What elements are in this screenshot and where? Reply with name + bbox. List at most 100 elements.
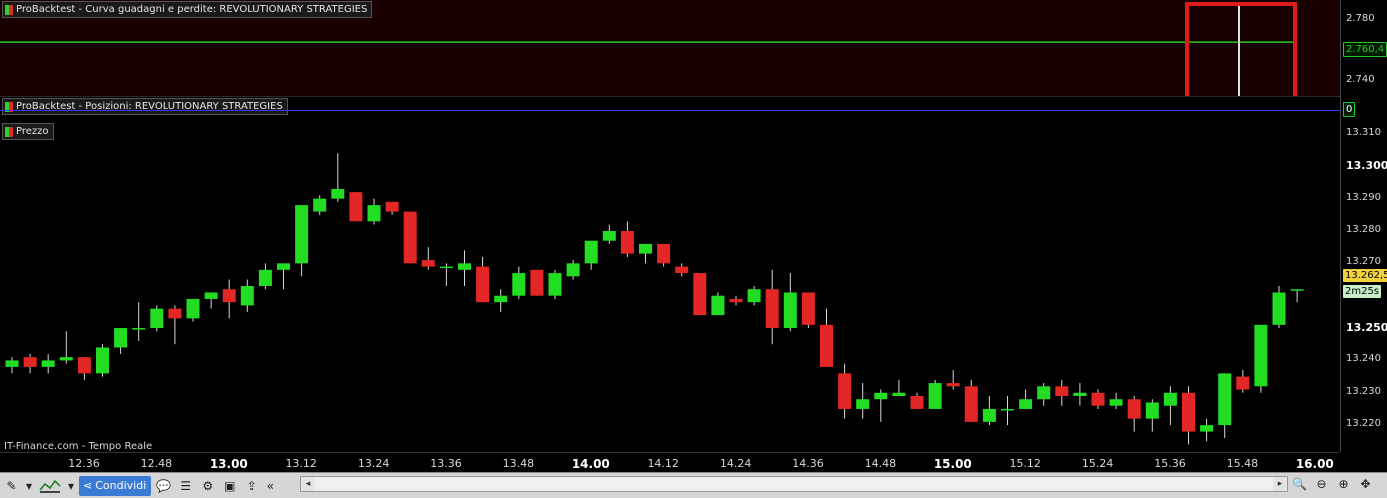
price-y-tick: 13.230 xyxy=(1346,385,1381,397)
share-button[interactable]: ⋖ Condividi xyxy=(79,475,152,496)
candle-up xyxy=(747,289,761,303)
time-x-tick: 14.36 xyxy=(792,457,824,470)
equity-current-value-badge: 2.760,4 xyxy=(1343,42,1387,57)
candle-up xyxy=(258,269,272,286)
candle-up xyxy=(204,292,218,299)
properties-icon[interactable]: ⚙ xyxy=(198,476,217,495)
price-y-tick: 13.290 xyxy=(1346,191,1381,203)
candle-down xyxy=(403,211,417,264)
candle-up xyxy=(1218,373,1232,426)
candle-up xyxy=(1200,425,1214,432)
price-y-tick: 13.300 xyxy=(1346,159,1387,173)
pan-icon[interactable]: ✥ xyxy=(1356,474,1375,493)
candle-down xyxy=(910,396,924,409)
candle-down xyxy=(349,192,363,222)
candle-up xyxy=(367,205,381,222)
candle-up xyxy=(584,240,598,264)
candle-down xyxy=(1236,376,1250,390)
dropdown-arrow-icon[interactable]: ▾ xyxy=(24,476,34,495)
candle-up xyxy=(874,392,888,400)
time-x-tick: 13.36 xyxy=(430,457,462,470)
candle-down xyxy=(620,231,634,254)
window-icon[interactable]: ▣ xyxy=(220,476,239,495)
candle-up xyxy=(150,308,164,329)
candle-up xyxy=(132,328,146,330)
equity-y-axis[interactable]: 2.780 2.760,4 2.740 xyxy=(1340,0,1387,96)
candle-down xyxy=(838,373,852,409)
scroll-start-button[interactable]: « xyxy=(264,476,276,495)
candle-down xyxy=(476,266,490,303)
candle-timer-badge: 2m25s xyxy=(1343,285,1382,298)
candle-down xyxy=(1055,386,1069,396)
time-x-tick: 13.24 xyxy=(357,457,390,470)
candle-up xyxy=(566,263,580,277)
zoom-in-icon[interactable]: ⊕ xyxy=(1334,474,1353,493)
draw-pencil-icon[interactable]: ✎ xyxy=(2,476,21,495)
time-x-tick: 15.48 xyxy=(1226,457,1259,470)
positions-pane-title-text: ProBacktest - Posizioni: REVOLUTIONARY S… xyxy=(16,101,283,112)
time-scrollbar[interactable]: ◂ ▸ xyxy=(300,476,1288,492)
candle-up xyxy=(1019,399,1033,409)
candle-down xyxy=(1091,392,1105,406)
candle-up xyxy=(186,298,200,319)
indicator-chart-icon[interactable] xyxy=(37,476,63,495)
time-x-tick: 14.00 xyxy=(571,457,610,471)
candle-down xyxy=(77,357,91,374)
time-x-tick: 16.00 xyxy=(1295,457,1334,471)
candle-up xyxy=(512,273,526,296)
candle-down xyxy=(946,383,960,387)
candle-down xyxy=(820,324,833,367)
positions-current-value-badge: 0 xyxy=(1343,102,1356,117)
time-x-tick: 14.12 xyxy=(647,457,679,470)
list-icon[interactable]: ☰ xyxy=(176,476,195,495)
time-x-axis[interactable]: 12.36 12.48 13.00 13.12 13.24 13.36 13.48 14.00… xyxy=(0,452,1340,473)
price-candlestick-chart xyxy=(5,153,1304,445)
time-x-tick: 13.12 xyxy=(285,457,317,470)
dropdown-arrow-icon[interactable]: ▾ xyxy=(66,476,76,495)
positions-zero-line xyxy=(0,110,1340,111)
share-button-label: Condividi xyxy=(95,479,147,492)
candle-down xyxy=(765,289,779,329)
candle-up xyxy=(856,399,870,409)
positions-pane[interactable]: ProBacktest - Posizioni: REVOLUTIONARY S… xyxy=(0,96,1340,122)
zoom-auto-icon[interactable]: 🔍 xyxy=(1290,474,1309,493)
candle-up xyxy=(1272,292,1286,325)
price-y-axis[interactable]: 13.310 13.300 13.290 13.280 13.270 13.25… xyxy=(1340,121,1387,452)
candle-down xyxy=(168,308,182,319)
candle-up xyxy=(1037,386,1051,400)
zoom-controls: 🔍 ⊖ ⊕ ✥ xyxy=(1290,474,1375,493)
candle-down xyxy=(23,357,37,367)
time-x-tick: 12.36 xyxy=(68,457,100,470)
positions-y-axis[interactable]: 0 xyxy=(1340,96,1387,121)
time-x-tick: 15.36 xyxy=(1154,457,1186,470)
candle-up xyxy=(240,286,254,306)
candle-up xyxy=(1073,392,1087,396)
candle-up xyxy=(783,292,797,329)
share-icon: ⋖ xyxy=(83,479,93,492)
equity-y-tick: 2.780 xyxy=(1346,13,1375,24)
price-y-tick: 13.250 xyxy=(1346,321,1387,335)
candle-up xyxy=(5,360,19,367)
candle-up xyxy=(1109,399,1123,406)
candle-up xyxy=(1254,324,1268,387)
zoom-out-icon[interactable]: ⊖ xyxy=(1312,474,1331,493)
current-price-badge: 13.262,5 xyxy=(1343,269,1387,282)
comment-icon[interactable]: 💬 xyxy=(154,476,173,495)
scroll-right-icon[interactable]: ▸ xyxy=(1273,477,1287,491)
time-x-tick: 15.24 xyxy=(1081,457,1114,470)
time-x-tick: 15.12 xyxy=(1009,457,1041,470)
candle-up xyxy=(439,266,453,269)
candle-up xyxy=(928,383,942,409)
candle-up xyxy=(96,347,109,374)
scroll-left-icon[interactable]: ◂ xyxy=(301,477,315,491)
candle-down xyxy=(693,273,707,316)
candle-up xyxy=(1290,289,1304,291)
candle-down xyxy=(222,289,236,303)
candle-down xyxy=(1127,399,1141,419)
equity-y-tick: 2.740 xyxy=(1346,74,1375,85)
positions-pane-title[interactable]: ProBacktest - Posizioni: REVOLUTIONARY S… xyxy=(2,98,288,115)
candle-up xyxy=(548,273,562,296)
time-x-tick: 15.00 xyxy=(933,457,972,471)
export-icon[interactable]: ⇪ xyxy=(242,476,261,495)
time-x-tick: 14.48 xyxy=(864,457,897,470)
